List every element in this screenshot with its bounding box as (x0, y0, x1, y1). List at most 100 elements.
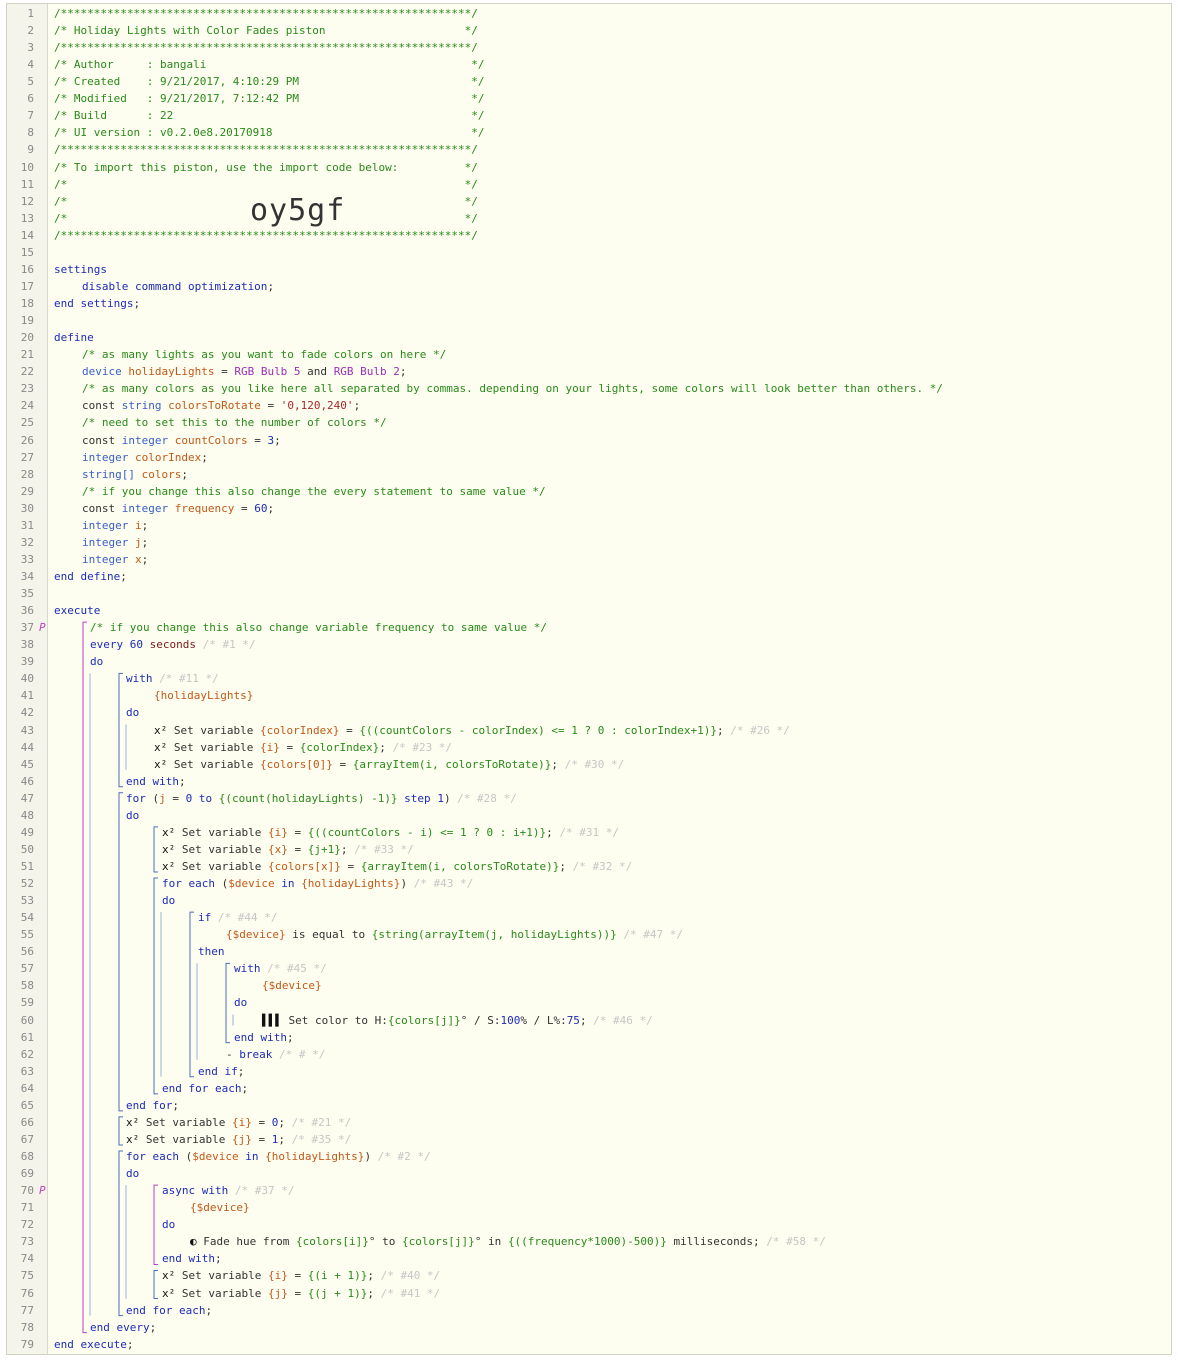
code-token: = (214, 365, 235, 379)
code-token: = (340, 860, 361, 873)
code-token: end for (126, 1098, 173, 1112)
code-token: string (121, 399, 169, 413)
line-number: 69 (20, 1167, 34, 1181)
code-token: end if (198, 1064, 238, 1078)
line-number: 56 (20, 945, 34, 959)
code-token: countColors (174, 433, 248, 447)
code-token: /* #46 */ (586, 1013, 653, 1027)
code-token: colors (141, 467, 182, 481)
code-line: const string colorsToRotate = '0,120,240… (54, 397, 360, 414)
line-number: 20 (20, 331, 34, 345)
code-token: Set variable (145, 1132, 232, 1146)
code-token: device (82, 365, 129, 379)
code-token: {i} (267, 1269, 288, 1283)
code-line: then (54, 943, 225, 960)
line-number: 2 (27, 24, 34, 38)
line-number: 72 (20, 1218, 34, 1232)
code-token: {$device} (226, 928, 286, 942)
line-number: 30 (20, 501, 34, 515)
code-line: /* Build : 22 */ (54, 107, 484, 124)
code-token: ; (126, 1337, 134, 1351)
code-token: /* #1 */ (195, 638, 256, 652)
code-line: x² Set variable {i} = 0; /* #21 */ (54, 1114, 351, 1131)
code-editor[interactable]: 1 /**************************************… (6, 3, 1172, 1355)
code-line: /* need to set this to the number of col… (54, 414, 387, 431)
line-number: 48 (20, 808, 34, 822)
code-line: end for each; (54, 1302, 212, 1319)
code-line: x² Set variable {colors[x]} = {arrayItem… (54, 858, 632, 875)
code-line: integer colorIndex; (54, 449, 208, 466)
code-token: x² (154, 740, 174, 754)
code-token: ; (546, 825, 553, 839)
code-line: integer x; (54, 551, 148, 568)
code-line: /* as many lights as you want to fade co… (54, 346, 446, 363)
code-token: '0,120,240' (280, 399, 354, 413)
code-token: x² (162, 1269, 182, 1283)
line-number: 9 (27, 143, 34, 157)
code-token: string[] (82, 467, 142, 481)
code-token: {((frequency*1000)-500)} (507, 1235, 667, 1249)
code-token: end define (54, 569, 121, 583)
code-token: /* Build : 22 */ (54, 109, 485, 123)
line-number: 21 (20, 348, 34, 362)
code-token: ; (178, 774, 186, 788)
code-token: ; (181, 467, 188, 481)
code-line: /* Modified : 9/21/2017, 7:12:42 PM */ (54, 90, 484, 107)
code-token: ; (141, 552, 149, 566)
code-token: Set variable (145, 1115, 232, 1129)
code-token: /* as many lights as you want to fade co… (82, 348, 447, 362)
code-line: - break /* # */ (54, 1046, 325, 1063)
piston-marker-icon: P (39, 621, 46, 635)
code-token: Set variable (181, 860, 268, 873)
code-token: const (82, 433, 122, 447)
code-line: /***************************************… (54, 39, 478, 56)
code-token: in (274, 877, 302, 891)
code-line: x² Set variable {colorIndex} = {((countC… (54, 722, 790, 739)
code-line: x² Set variable {colors[0]} = {arrayItem… (54, 756, 624, 773)
code-token: ; (278, 1132, 285, 1146)
code-token: /* #35 */ (284, 1132, 352, 1146)
code-line: async with /* #37 */ (54, 1182, 294, 1199)
code-token: ° / S: (460, 1013, 501, 1027)
code-token: /* Modified : 9/21/2017, 7:12:42 PM */ (54, 92, 485, 106)
code-token: {colors[j]} (401, 1235, 475, 1249)
code-token: 75 (566, 1013, 580, 1027)
code-token: const (82, 501, 122, 515)
code-line: x² Set variable {j} = 1; /* #35 */ (54, 1131, 351, 1148)
code-token: execute (54, 604, 101, 618)
line-number: 47 (20, 791, 34, 805)
code-line: x² Set variable {i} = {((countColors - i… (54, 824, 619, 841)
code-line: /* UI version : v0.2.0e8.20170918 */ (54, 124, 484, 141)
code-token: is equal to (285, 928, 372, 942)
code-token: RGB Bulb 2 (333, 365, 400, 379)
code-token: /* */ (54, 177, 478, 191)
code-token: $device (192, 1150, 239, 1164)
code-line: x² Set variable {x} = {j+1}; /* #33 */ (54, 841, 414, 858)
code-line: for (j = 0 to {(count(holidayLights) -1)… (54, 790, 517, 807)
code-token: for each (126, 1150, 186, 1164)
code-token: Set variable (181, 1286, 268, 1300)
code-token: break (239, 1047, 273, 1061)
code-line: const integer countColors = 3; (54, 432, 281, 449)
code-token: i (134, 518, 142, 532)
code-token: Set color to H: (288, 1013, 388, 1027)
code-token: = (339, 723, 360, 737)
code-line: /* if you change this also change the ev… (54, 483, 546, 500)
code-token: /* #31 */ (552, 825, 619, 839)
code-token: ; (172, 1098, 179, 1112)
code-token: x² (162, 1286, 182, 1300)
code-token: {i} (231, 1115, 252, 1129)
code-token: seconds (143, 638, 196, 652)
line-number: 1 (27, 7, 34, 20)
code-token: {((countColors - colorIndex) <= 1 ? 0 : … (359, 723, 717, 737)
code-token: /* #37 */ (228, 1184, 295, 1198)
line-number: 17 (20, 279, 34, 293)
code-token: x (134, 552, 142, 566)
code-token: x² (162, 825, 182, 839)
code-token: x² (126, 1132, 146, 1146)
code-line: /* */ (54, 176, 478, 193)
line-number: 58 (20, 979, 34, 993)
code-line: with /* #11 */ (54, 670, 219, 687)
line-number: 65 (20, 1098, 34, 1112)
line-number: 28 (20, 467, 34, 481)
